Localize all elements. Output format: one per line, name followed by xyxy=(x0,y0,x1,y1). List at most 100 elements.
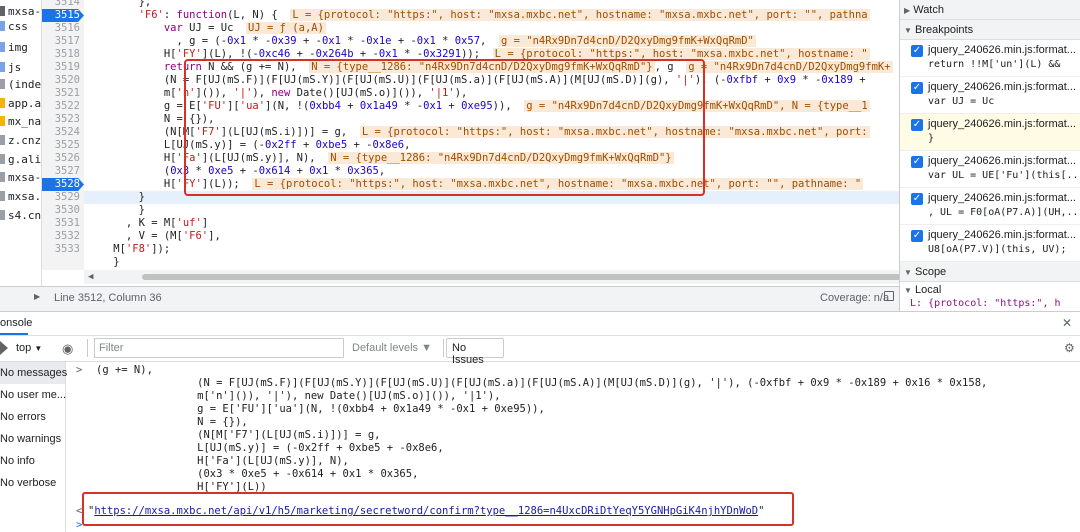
cloud-icon xyxy=(0,191,5,201)
line-number[interactable]: 3533 xyxy=(42,243,84,256)
line-number[interactable]: 3530 xyxy=(42,204,84,217)
breakpoint-item[interactable]: ✓ jquery_240626.min.js:format... , UL = F0… xyxy=(900,188,1080,225)
chevron-down-icon: ▼ xyxy=(904,268,912,277)
line-number[interactable]: 3521 xyxy=(42,87,84,100)
breakpoint-list: ✓ jquery_240626.min.js:format... return !!… xyxy=(900,40,1080,262)
file-tree-item[interactable]: mxsa-oss. xyxy=(0,168,41,188)
console-filter-item[interactable]: No info xyxy=(0,450,65,472)
cloud-icon xyxy=(0,210,5,220)
line-number[interactable]: 3523 xyxy=(42,113,84,126)
checkbox-checked-icon[interactable]: ✓ xyxy=(911,45,923,57)
console-line: L[UJ(mS.y)] = (-0x2ff + 0xbe5 + -0x8e6, xyxy=(96,442,444,454)
console-line: (g += N), xyxy=(96,364,153,376)
line-number[interactable]: 3519 xyxy=(42,61,84,74)
file-yellow-icon xyxy=(0,98,5,108)
checkbox-checked-icon[interactable]: ✓ xyxy=(911,119,923,131)
console-filter-item[interactable]: No messages xyxy=(0,362,67,384)
checkbox-checked-icon[interactable]: ✓ xyxy=(911,230,923,242)
cloud-icon xyxy=(0,135,5,145)
breakpoint-code: var UL = UE['Fu'](this[... xyxy=(928,170,1080,181)
file-tree-item[interactable]: css xyxy=(0,17,28,37)
code-line: 'F6': function(L, N) { L = {protocol: "h… xyxy=(138,9,870,21)
code-line: }, xyxy=(88,0,152,8)
file-tree-label: mxsa.oss- xyxy=(8,190,42,203)
checkbox-checked-icon[interactable]: ✓ xyxy=(911,193,923,205)
highlight-box-code xyxy=(184,59,705,196)
tab-console[interactable]: onsole xyxy=(0,317,32,329)
scope-section[interactable]: ▼ Scope xyxy=(900,262,1080,282)
file-tree-label: mx_nat xyxy=(8,115,42,128)
code-line: } xyxy=(88,256,120,268)
breakpoint-marker[interactable]: 3515 xyxy=(42,9,84,22)
line-number[interactable]: 3516 xyxy=(42,22,84,35)
file-tree-item[interactable]: app.a18 xyxy=(0,94,42,114)
breakpoint-item[interactable]: ✓ jquery_240626.min.js:format... return !!… xyxy=(900,40,1080,77)
issues-button[interactable]: No Issues xyxy=(446,338,504,366)
console-filter-item[interactable]: No verbose xyxy=(0,472,65,494)
chevron-down-icon: ▼ xyxy=(904,26,912,35)
folder-blue-icon xyxy=(0,62,5,72)
breakpoint-item[interactable]: ✓ jquery_240626.min.js:format... var UJ = … xyxy=(900,77,1080,114)
checkbox-checked-icon[interactable]: ✓ xyxy=(911,156,923,168)
breakpoints-section[interactable]: ▼ Breakpoints xyxy=(900,20,1080,40)
line-number[interactable]: 3525 xyxy=(42,139,84,152)
eye-icon[interactable]: ◉ xyxy=(62,341,73,357)
console-filter-item[interactable]: No warnings xyxy=(0,428,65,450)
gear-icon[interactable]: ⚙ xyxy=(1064,341,1075,355)
line-number[interactable]: 3526 xyxy=(42,152,84,165)
file-tree-item[interactable]: s4.cnzz.co xyxy=(0,206,42,226)
line-number[interactable]: 3531 xyxy=(42,217,84,230)
console-filter-item[interactable]: No user me... xyxy=(0,384,66,406)
chevron-right-icon: > xyxy=(76,364,83,376)
line-number[interactable]: 3514 xyxy=(42,0,84,9)
coverage-icon[interactable] xyxy=(884,291,894,301)
line-number[interactable]: 3529 xyxy=(42,191,84,204)
line-number[interactable]: 3524 xyxy=(42,126,84,139)
sources-panel: mxsa-h5.mcssimgjs(index)app.a18mx_natz.c… xyxy=(0,0,1080,311)
scope-local[interactable]: ▼ Local xyxy=(900,282,1080,298)
scope-local-preview[interactable]: L: {protocol: "https:", h xyxy=(900,298,1080,310)
breakpoint-item[interactable]: ✓ jquery_240626.min.js:format...} xyxy=(900,114,1080,151)
file-tree-label: css xyxy=(8,20,28,33)
close-icon[interactable]: ✕ xyxy=(1062,316,1072,330)
file-tree-item[interactable]: mx_nat xyxy=(0,112,42,132)
breakpoint-file: jquery_240626.min.js:format... xyxy=(928,229,1076,241)
breakpoint-marker[interactable]: 3528 xyxy=(42,178,84,191)
file-tree-item[interactable]: img xyxy=(0,38,28,58)
checkbox-checked-icon[interactable]: ✓ xyxy=(911,82,923,94)
editor-horizontal-scrollbar[interactable]: ◀ ▶ xyxy=(84,270,899,284)
file-tree-label: s4.cnzz.co xyxy=(8,209,42,222)
file-tree-label: g.alicdn.c xyxy=(8,153,42,166)
sidebar-toggle-icon[interactable] xyxy=(0,341,8,355)
console-line: (N[M['F7'](L[UJ(mS.i)])] = g, xyxy=(96,429,381,441)
console-line: N = {}), xyxy=(96,416,248,428)
line-number[interactable]: 3522 xyxy=(42,100,84,113)
console-line: H['Fa'](L[UJ(mS.y)], N), xyxy=(96,455,349,467)
file-tree-label: app.a18 xyxy=(8,97,42,110)
filter-input[interactable]: Filter xyxy=(94,338,344,358)
file-tree-item[interactable]: z.cnzz.cor xyxy=(0,131,41,151)
breakpoint-item[interactable]: ✓ jquery_240626.min.js:format... var UL = … xyxy=(900,151,1080,188)
line-number[interactable]: 3520 xyxy=(42,74,84,87)
toggle-sidebar-icon[interactable]: ▶ xyxy=(34,292,40,301)
breakpoint-code: var UJ = Uc xyxy=(928,96,995,107)
breakpoint-item[interactable]: ✓ jquery_240626.min.js:format... U8[oA(P7.… xyxy=(900,225,1080,262)
file-tree-label: (index) xyxy=(8,78,42,91)
line-number[interactable]: 3518 xyxy=(42,48,84,61)
file-gray-icon xyxy=(0,79,5,89)
context-selector[interactable]: top ▼ xyxy=(16,342,42,354)
cursor-position: Line 3512, Column 36 xyxy=(54,292,162,304)
line-number[interactable]: 3532 xyxy=(42,230,84,243)
file-tree-item[interactable]: (index) xyxy=(0,75,42,95)
watch-section[interactable]: ▶ Watch xyxy=(900,0,1080,20)
file-tree-item[interactable]: g.alicdn.c xyxy=(0,150,42,170)
editor-status-bar: ▶ Line 3512, Column 36 Coverage: n/a xyxy=(0,286,899,311)
console-filter-item[interactable]: No errors xyxy=(0,406,65,428)
folder-icon xyxy=(0,6,5,16)
file-tree-item[interactable]: mxsa.oss- xyxy=(0,187,42,207)
log-levels-dropdown[interactable]: Default levels ▼ xyxy=(352,342,432,354)
line-number[interactable]: 3527 xyxy=(42,165,84,178)
line-number-gutter[interactable]: 3514 3515 3516 3517 3518 3519 3520 3521 3522 3523… xyxy=(42,0,84,270)
file-tree-label: img xyxy=(8,41,28,54)
line-number[interactable]: 3517 xyxy=(42,35,84,48)
